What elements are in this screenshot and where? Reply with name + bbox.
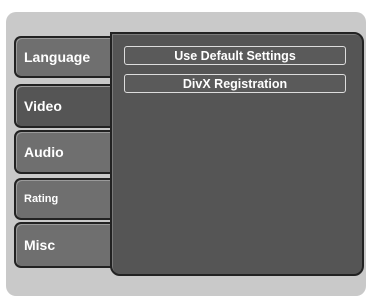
tab-language-label: Language (24, 49, 91, 65)
tab-misc[interactable]: Misc (14, 222, 114, 268)
tab-misc-label: Misc (24, 237, 56, 253)
tab-rating[interactable]: Rating (14, 178, 114, 220)
tab-language[interactable]: Language (14, 36, 114, 78)
tab-rating-label: Rating (24, 193, 59, 205)
settings-panel: Use Default Settings DivX Registration (110, 32, 364, 276)
divx-registration-label: DivX Registration (182, 76, 288, 91)
divx-registration-button[interactable]: DivX Registration (124, 74, 346, 93)
tab-video[interactable]: Video (14, 84, 114, 128)
tab-audio[interactable]: Audio (14, 130, 114, 174)
tab-audio-label: Audio (24, 144, 64, 160)
tab-video-label: Video (24, 98, 62, 114)
use-default-settings-button[interactable]: Use Default Settings (124, 46, 346, 65)
use-default-settings-label: Use Default Settings (174, 48, 296, 63)
